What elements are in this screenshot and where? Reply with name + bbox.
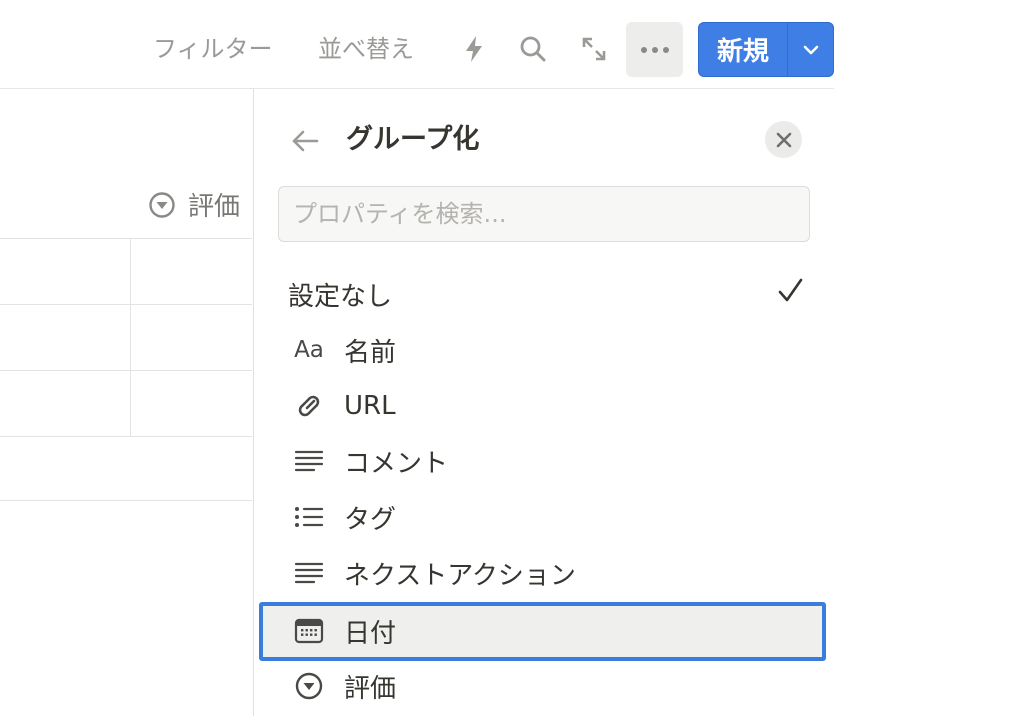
new-button[interactable]: 新規 [699, 23, 787, 76]
arrow-left-icon [292, 130, 319, 152]
option-label: 名前 [344, 337, 397, 368]
column-header-label: 評価 [188, 192, 241, 222]
group-option-name[interactable]: Aa 名前 [278, 325, 818, 375]
group-option-url[interactable]: URL [278, 381, 818, 431]
new-button-group: 新規 [698, 22, 834, 77]
group-option-none[interactable]: 設定なし [278, 269, 818, 319]
property-search-field [278, 186, 810, 242]
option-label: URL [344, 391, 396, 421]
table-row-divider [0, 238, 252, 239]
table-row-divider [0, 304, 252, 305]
automation-button[interactable] [456, 30, 492, 68]
filter-button[interactable]: フィルター [153, 32, 273, 66]
text-icon [294, 450, 324, 472]
option-label: ネクストアクション [344, 560, 576, 591]
group-option-date[interactable]: 日付 [278, 606, 818, 656]
more-button[interactable] [626, 22, 683, 77]
column-header-rating[interactable]: 評価 [148, 186, 240, 223]
new-button-divider [787, 23, 788, 76]
checkmark-icon [778, 278, 803, 302]
table-row-divider [0, 370, 252, 371]
calendar-icon [294, 618, 324, 644]
sort-button[interactable]: 並べ替え [318, 32, 414, 66]
search-button[interactable] [515, 30, 551, 68]
table-row-divider [0, 500, 252, 501]
table-column-divider [130, 238, 131, 436]
text-type-icon: Aa [294, 337, 324, 363]
list-icon [295, 507, 324, 527]
option-label: タグ [344, 504, 397, 535]
text-icon [294, 562, 324, 584]
group-option-next-action[interactable]: ネクストアクション [278, 548, 818, 598]
select-icon [295, 672, 323, 700]
close-button[interactable] [765, 121, 802, 158]
group-option-tag[interactable]: タグ [278, 492, 818, 542]
back-button[interactable] [286, 122, 324, 160]
option-label: 評価 [344, 673, 397, 704]
more-icon [640, 46, 669, 53]
table-row-divider [0, 436, 252, 437]
close-icon [776, 132, 791, 147]
expand-icon [582, 37, 606, 61]
panel-title: グループ化 [346, 124, 480, 155]
chevron-down-icon [803, 45, 818, 54]
link-icon [298, 395, 320, 417]
group-option-comment[interactable]: コメント [278, 436, 818, 486]
option-label: 日付 [344, 618, 397, 649]
lightning-icon [466, 36, 482, 62]
option-label: 設定なし [288, 281, 393, 312]
option-label: コメント [344, 448, 449, 479]
search-icon [520, 36, 546, 62]
select-icon [149, 191, 175, 218]
expand-button[interactable] [576, 30, 612, 68]
group-option-rating[interactable]: 評価 [278, 661, 818, 711]
property-search-input[interactable] [291, 199, 797, 229]
new-dropdown-button[interactable] [788, 23, 833, 76]
